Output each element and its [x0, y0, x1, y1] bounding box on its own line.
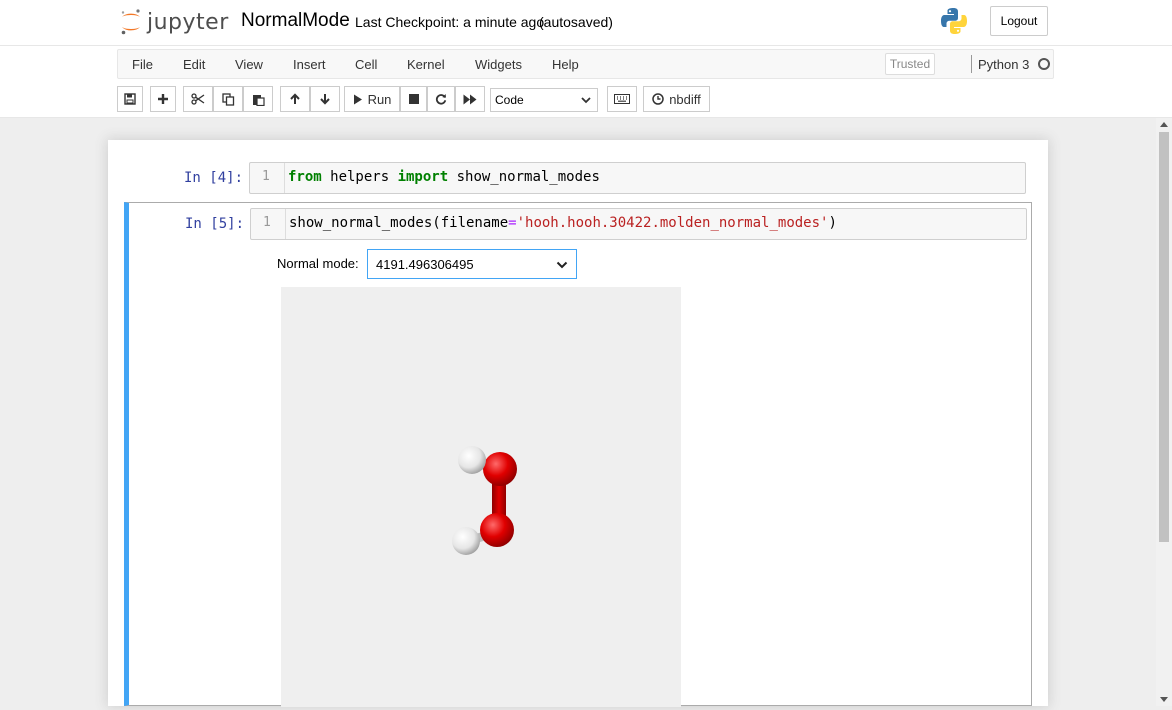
arrow-down-icon	[320, 94, 330, 105]
oxygen-atom	[483, 452, 517, 486]
save-icon	[124, 93, 136, 105]
code-cell[interactable]: In [4]: 1 from helpers import show_norma…	[124, 156, 1032, 196]
insert-cell-button[interactable]	[150, 86, 176, 112]
code-token: )	[828, 215, 837, 231]
menu-kernel[interactable]: Kernel	[407, 57, 445, 72]
molecule-render	[452, 446, 517, 555]
jupyter-logo[interactable]: jupyter	[119, 6, 229, 38]
notebook-name[interactable]: NormalMode	[241, 10, 350, 32]
restart-icon	[435, 94, 447, 105]
normal-mode-value: 4191.496306495	[376, 256, 474, 272]
autosave-status: (autosaved)	[539, 14, 613, 30]
gutter-divider	[284, 163, 285, 193]
hydrogen-atom	[458, 446, 486, 474]
save-button[interactable]	[117, 86, 143, 112]
interrupt-button[interactable]	[400, 86, 427, 112]
code-token: helpers	[321, 169, 398, 185]
kernel-idle-icon	[1038, 58, 1050, 70]
chevron-down-icon	[581, 97, 591, 104]
menu-file[interactable]: File	[132, 57, 153, 72]
code-line: show_normal_modes(filename='hooh.hooh.30…	[289, 215, 837, 231]
copy-icon	[221, 92, 234, 106]
code-cell-selected[interactable]: In [5]: 1 show_normal_modes(filename='ho…	[124, 202, 1032, 707]
run-button[interactable]: Run	[344, 86, 400, 112]
cell-type-select[interactable]: Code	[490, 88, 598, 112]
notebook-container: In [4]: 1 from helpers import show_norma…	[108, 140, 1048, 707]
plus-icon	[158, 94, 168, 104]
menubar: File Edit View Insert Cell Kernel Widget…	[117, 49, 1054, 79]
paste-icon	[252, 94, 265, 106]
header-top-bar: jupyter NormalMode Last Checkpoint: a mi…	[0, 0, 1172, 46]
input-prompt: In [4]:	[184, 170, 244, 186]
normal-mode-dropdown[interactable]: 4191.496306495	[367, 249, 577, 279]
menu-help[interactable]: Help	[552, 57, 579, 72]
molecule-viewer[interactable]	[281, 287, 681, 707]
scroll-down-arrow-icon[interactable]	[1160, 697, 1168, 702]
paste-button[interactable]	[243, 86, 273, 112]
logout-button[interactable]: Logout	[990, 6, 1048, 36]
kernel-separator	[971, 55, 972, 73]
normal-mode-label: Normal mode:	[277, 256, 359, 271]
checkpoint-status: Last Checkpoint: a minute ago	[355, 14, 545, 30]
scroll-up-arrow-icon[interactable]	[1160, 122, 1168, 127]
nbdiff-button[interactable]: nbdiff	[643, 86, 710, 112]
code-token: 'hooh.hooh.30422.molden_normal_modes'	[516, 215, 829, 231]
jupyter-logo-text: jupyter	[147, 9, 229, 35]
restart-run-all-button[interactable]	[455, 86, 485, 112]
code-token: =	[508, 215, 517, 231]
menu-view[interactable]: View	[235, 57, 263, 72]
python-logo-icon	[939, 6, 969, 36]
restart-button[interactable]	[427, 86, 455, 112]
line-number: 1	[262, 169, 270, 184]
notebook-header: jupyter NormalMode Last Checkpoint: a mi…	[0, 0, 1172, 118]
cut-button[interactable]	[183, 86, 213, 112]
code-token: import	[397, 169, 449, 185]
copy-button[interactable]	[213, 86, 243, 112]
code-token: show_normal_modes(filename	[289, 215, 509, 231]
vertical-scrollbar[interactable]	[1156, 118, 1172, 706]
stop-icon	[408, 94, 419, 104]
menu-cell[interactable]: Cell	[355, 57, 377, 72]
code-token: from	[288, 169, 322, 185]
gutter-divider	[285, 209, 286, 239]
scrollbar-thumb[interactable]	[1159, 132, 1169, 542]
move-up-button[interactable]	[280, 86, 310, 112]
input-prompt: In [5]:	[185, 216, 245, 232]
command-palette-button[interactable]	[607, 86, 637, 112]
code-input[interactable]: 1 from helpers import show_normal_modes	[249, 162, 1026, 194]
code-input[interactable]: 1 show_normal_modes(filename='hooh.hooh.…	[250, 208, 1027, 240]
cell-type-value: Code	[495, 93, 524, 107]
arrow-up-icon	[290, 93, 300, 104]
play-icon	[353, 94, 362, 104]
menu-insert[interactable]: Insert	[293, 57, 326, 72]
hydrogen-atom	[452, 527, 480, 555]
code-line: from helpers import show_normal_modes	[288, 169, 600, 185]
move-down-button[interactable]	[310, 86, 340, 112]
menu-widgets[interactable]: Widgets	[475, 57, 522, 72]
nbdiff-label: nbdiff	[669, 91, 701, 107]
oxygen-atom	[480, 513, 514, 547]
line-number: 1	[263, 215, 271, 230]
chevron-down-icon	[556, 261, 568, 269]
kernel-name[interactable]: Python 3	[978, 57, 1029, 72]
code-token: show_normal_modes	[448, 169, 600, 185]
keyboard-icon	[614, 94, 630, 104]
run-label: Run	[367, 91, 392, 107]
fast-forward-icon	[463, 94, 477, 104]
trusted-indicator[interactable]: Trusted	[885, 53, 935, 75]
toolbar: Run Code nbdiff	[117, 86, 817, 114]
menu-edit[interactable]: Edit	[183, 57, 205, 72]
clock-icon	[652, 93, 664, 105]
jupyter-logo-icon	[121, 9, 140, 35]
scissors-icon	[191, 93, 205, 105]
